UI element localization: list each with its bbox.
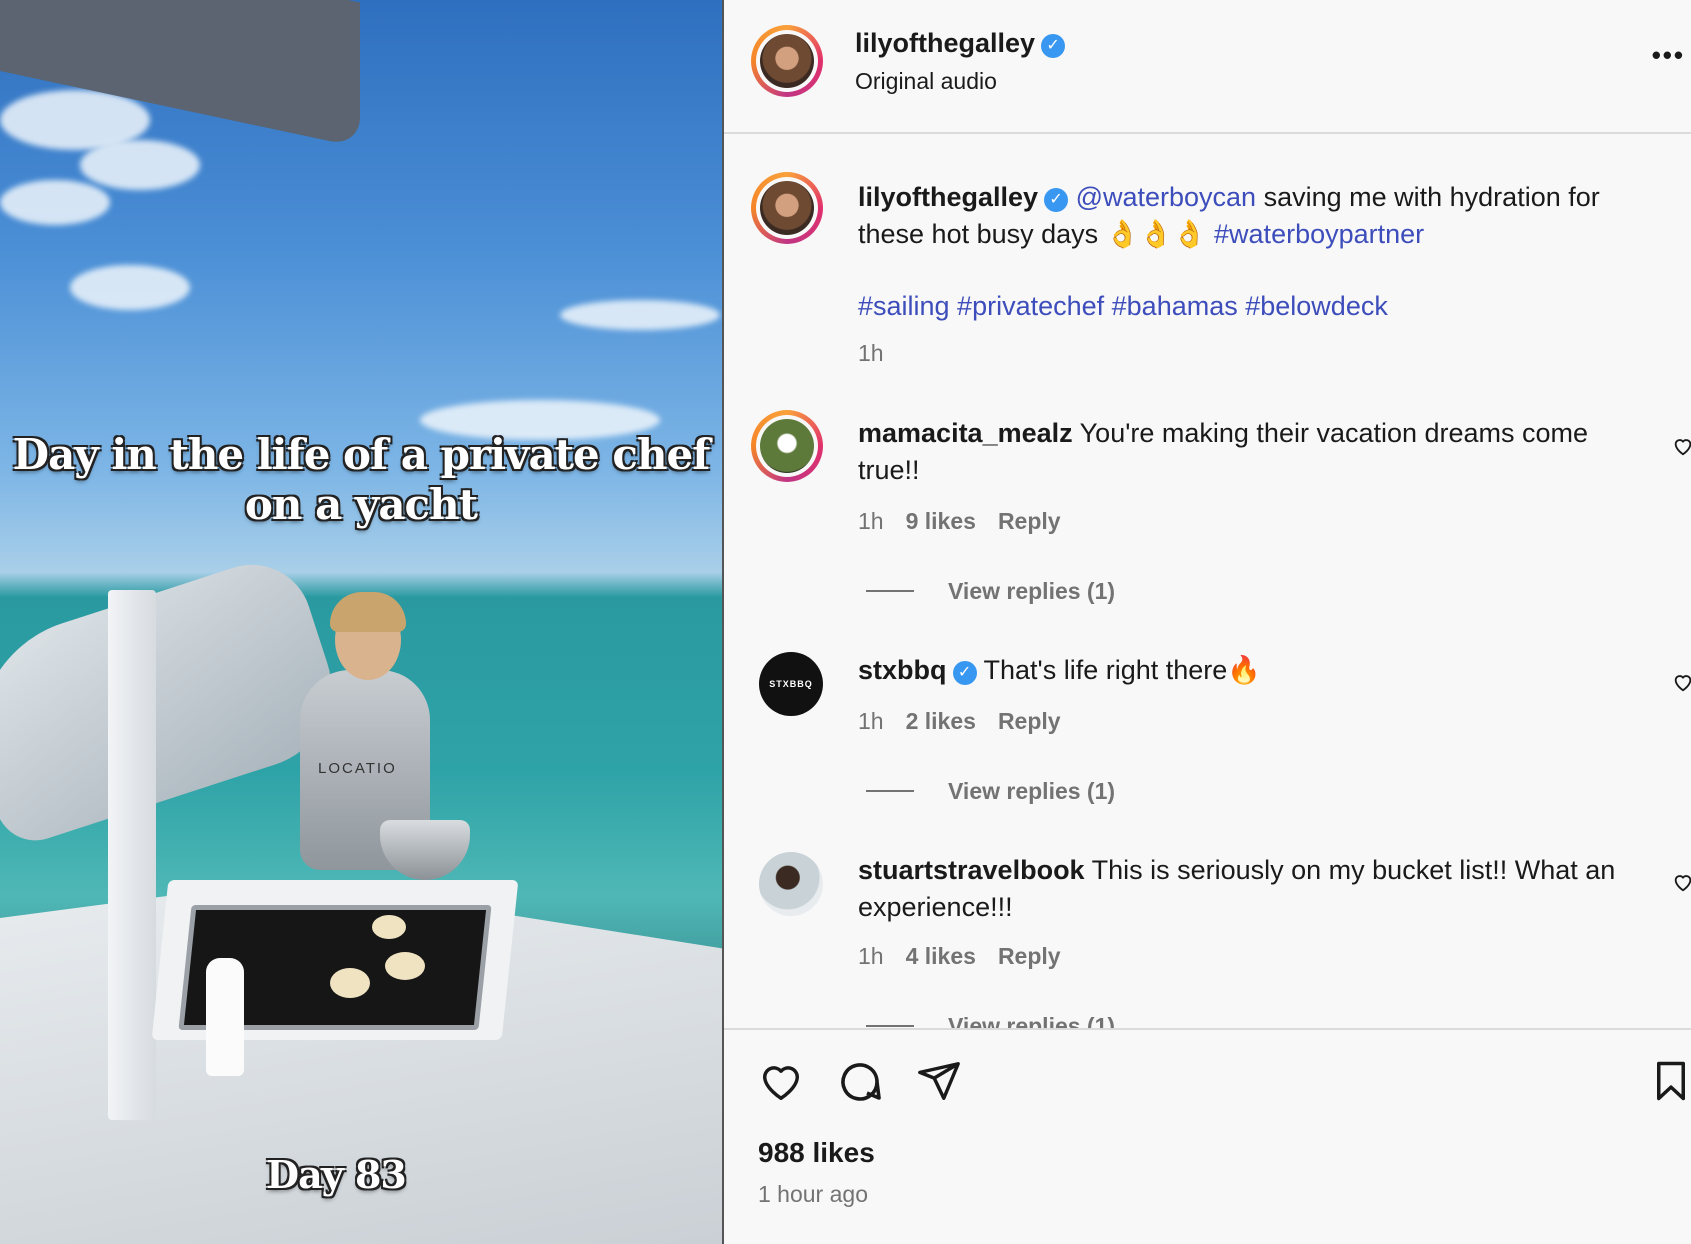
author-avatar[interactable] bbox=[751, 25, 823, 97]
comment-reply-button[interactable]: Reply bbox=[998, 943, 1061, 969]
view-replies-label: View replies (1) bbox=[948, 1013, 1116, 1028]
chef-hair bbox=[330, 592, 406, 632]
author-username[interactable]: lilyofthegalley bbox=[855, 28, 1035, 58]
post-details-panel: lilyofthegalley ✓ Original audio ••• lily… bbox=[722, 0, 1691, 1244]
comments-scroll-clip: View replies (1) bbox=[724, 1005, 1691, 1028]
like-heart-icon[interactable] bbox=[757, 1058, 805, 1104]
view-replies-label: View replies (1) bbox=[948, 578, 1116, 604]
comment-avatar[interactable] bbox=[759, 852, 823, 916]
actions-divider bbox=[724, 1028, 1691, 1030]
comment-username[interactable]: stuartstravelbook bbox=[858, 855, 1085, 885]
caption-hashtag-link[interactable]: #waterboypartner bbox=[1214, 219, 1424, 249]
audio-label[interactable]: Original audio bbox=[855, 68, 997, 95]
more-options-icon[interactable]: ••• bbox=[1652, 40, 1685, 71]
caption-hashtags[interactable]: #sailing #privatechef #bahamas #belowdec… bbox=[858, 288, 1388, 325]
cloud bbox=[0, 180, 110, 225]
comment-reply-button[interactable]: Reply bbox=[998, 508, 1061, 534]
view-replies-line bbox=[866, 590, 914, 592]
mixing-bowl bbox=[380, 820, 470, 880]
caption-time: 1h bbox=[858, 340, 884, 366]
cloud bbox=[560, 300, 720, 330]
caption-username[interactable]: lilyofthegalley bbox=[858, 182, 1038, 212]
cloud bbox=[80, 140, 200, 190]
share-send-icon[interactable] bbox=[916, 1058, 962, 1104]
comment-reply-button[interactable]: Reply bbox=[998, 708, 1061, 734]
grill-lid bbox=[108, 590, 156, 1120]
comment-text: mamacita_mealz You're making their vacat… bbox=[858, 415, 1648, 489]
shirt-text: LOCATIO bbox=[318, 760, 397, 777]
video-overlay-title: Day in the life of a private chef on a y… bbox=[0, 430, 722, 530]
pancake bbox=[372, 915, 406, 939]
view-replies-line bbox=[866, 790, 914, 792]
comment-time: 1h bbox=[858, 508, 884, 534]
comment-likes[interactable]: 2 likes bbox=[906, 708, 976, 734]
pancake bbox=[330, 968, 370, 998]
caption-avatar[interactable] bbox=[751, 172, 823, 244]
comment-likes[interactable]: 4 likes bbox=[906, 943, 976, 969]
view-replies-button[interactable]: View replies (1) bbox=[866, 1013, 1115, 1028]
comment-avatar[interactable] bbox=[751, 410, 823, 482]
oil-bottle bbox=[206, 958, 244, 1076]
verified-badge-icon: ✓ bbox=[1044, 188, 1069, 212]
likes-count[interactable]: 988 likes bbox=[758, 1137, 875, 1169]
comment-meta: 1h 9 likes Reply bbox=[858, 508, 1083, 535]
comment-likes[interactable]: 9 likes bbox=[906, 508, 976, 534]
post-header: lilyofthegalley ✓ bbox=[855, 28, 1066, 59]
post-time-ago: 1 hour ago bbox=[758, 1181, 868, 1207]
comment-text: stuartstravelbook This is seriously on m… bbox=[858, 852, 1648, 926]
overlay-title-line1: Day in the life of a private chef bbox=[12, 430, 711, 479]
caption-mention-link[interactable]: @waterboycan bbox=[1076, 182, 1257, 212]
comment-like-heart-icon[interactable] bbox=[1672, 671, 1691, 693]
comment-meta: 1h 2 likes Reply bbox=[858, 708, 1083, 735]
post-media[interactable]: LOCATIO Day in the life of a private che… bbox=[0, 0, 722, 1244]
comment-meta: 1h 4 likes Reply bbox=[858, 943, 1083, 970]
comment-body: That's life right there🔥 bbox=[983, 655, 1261, 685]
view-replies-line bbox=[866, 1025, 914, 1027]
view-replies-label: View replies (1) bbox=[948, 778, 1116, 804]
comment-avatar[interactable]: STXBBQ bbox=[759, 652, 823, 716]
comment-like-heart-icon[interactable] bbox=[1672, 435, 1691, 457]
view-replies-button[interactable]: View replies (1) bbox=[866, 578, 1115, 605]
view-replies-button[interactable]: View replies (1) bbox=[866, 778, 1115, 805]
comment-bubble-icon[interactable] bbox=[836, 1058, 884, 1106]
comment-username[interactable]: stxbbq bbox=[858, 655, 947, 685]
comment-time: 1h bbox=[858, 943, 884, 969]
bookmark-save-icon[interactable] bbox=[1650, 1058, 1691, 1104]
cloud bbox=[70, 265, 190, 310]
pancake bbox=[385, 952, 425, 980]
video-overlay-day: Day 83 bbox=[266, 1152, 407, 1197]
verified-badge-icon: ✓ bbox=[1041, 34, 1066, 58]
comment-like-heart-icon[interactable] bbox=[1672, 871, 1691, 893]
comment-time: 1h bbox=[858, 708, 884, 734]
stx-avatar-text: STXBBQ bbox=[769, 679, 813, 689]
caption-emoji: 👌👌👌 bbox=[1105, 219, 1207, 249]
caption-text: lilyofthegalley ✓ @waterboycan saving me … bbox=[858, 179, 1658, 253]
comment-username[interactable]: mamacita_mealz bbox=[858, 418, 1073, 448]
verified-badge-icon: ✓ bbox=[952, 661, 977, 685]
header-divider bbox=[724, 132, 1691, 134]
overlay-title-line2: on a yacht bbox=[244, 480, 478, 529]
comment-text: stxbbq ✓ That's life right there🔥 bbox=[858, 652, 1648, 689]
